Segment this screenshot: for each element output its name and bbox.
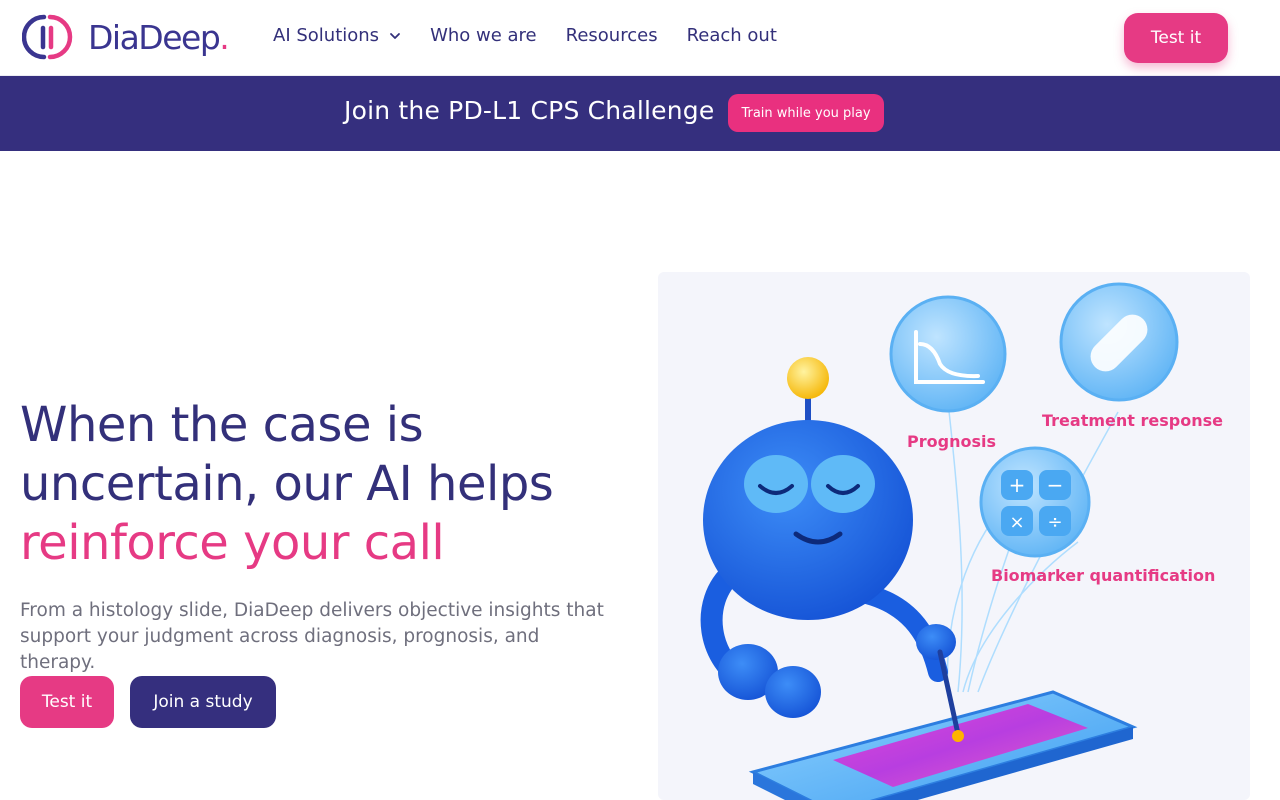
header-test-it-button[interactable]: Test it [1124, 13, 1228, 63]
nav-ai-solutions-label: AI Solutions [273, 25, 380, 46]
nav-resources[interactable]: Resources [566, 25, 658, 46]
pill-icon [1059, 282, 1179, 402]
logo[interactable]: DiaDeep. [22, 11, 230, 63]
svg-text:−: − [1047, 473, 1064, 497]
hero-subtitle: From a histology slide, DiaDeep delivers… [20, 600, 604, 673]
svg-text:+: + [1009, 473, 1026, 497]
nav-ai-solutions[interactable]: AI Solutions [273, 25, 401, 46]
survival-curve-icon [889, 295, 1007, 413]
calculator-icon: + − × ÷ [979, 446, 1091, 558]
logo-text: DiaDeep. [88, 17, 230, 57]
feature-label-prognosis: Prognosis [907, 432, 996, 451]
hero-title-accent: reinforce your call [20, 515, 445, 571]
hero-title-line-2: uncertain, our AI helps [20, 456, 554, 512]
nav-who-we-are[interactable]: Who we are [430, 25, 537, 46]
banner-text: Join the PD-L1 CPS Challenge [344, 96, 715, 125]
main-nav: AI Solutions Who we are Resources Reach … [273, 25, 806, 46]
train-while-you-play-button[interactable]: Train while you play [728, 94, 884, 132]
nav-reach-out[interactable]: Reach out [687, 25, 777, 46]
diadeep-logo-icon [22, 14, 73, 60]
hero-title-line-1: When the case is [20, 397, 424, 453]
hero-illustration: + − × ÷ Prognosis Treatment response Bio… [658, 272, 1250, 800]
challenge-banner: Join the PD-L1 CPS Challenge Train while… [0, 76, 1280, 151]
hero-title: When the case is uncertain, our AI helps… [20, 396, 640, 573]
robot-illustration: + − × ÷ [700, 282, 1179, 800]
chevron-down-icon [390, 32, 400, 39]
svg-text:×: × [1009, 512, 1024, 533]
svg-text:÷: ÷ [1047, 512, 1062, 533]
feature-label-biomarker-quantification: Biomarker quantification [991, 566, 1216, 585]
hero-test-it-button[interactable]: Test it [20, 676, 114, 728]
feature-label-treatment-response: Treatment response [1042, 411, 1223, 430]
site-header: DiaDeep. AI Solutions Who we are Resourc… [0, 0, 1280, 76]
join-a-study-button[interactable]: Join a study [130, 676, 276, 728]
robot-head [703, 357, 913, 620]
